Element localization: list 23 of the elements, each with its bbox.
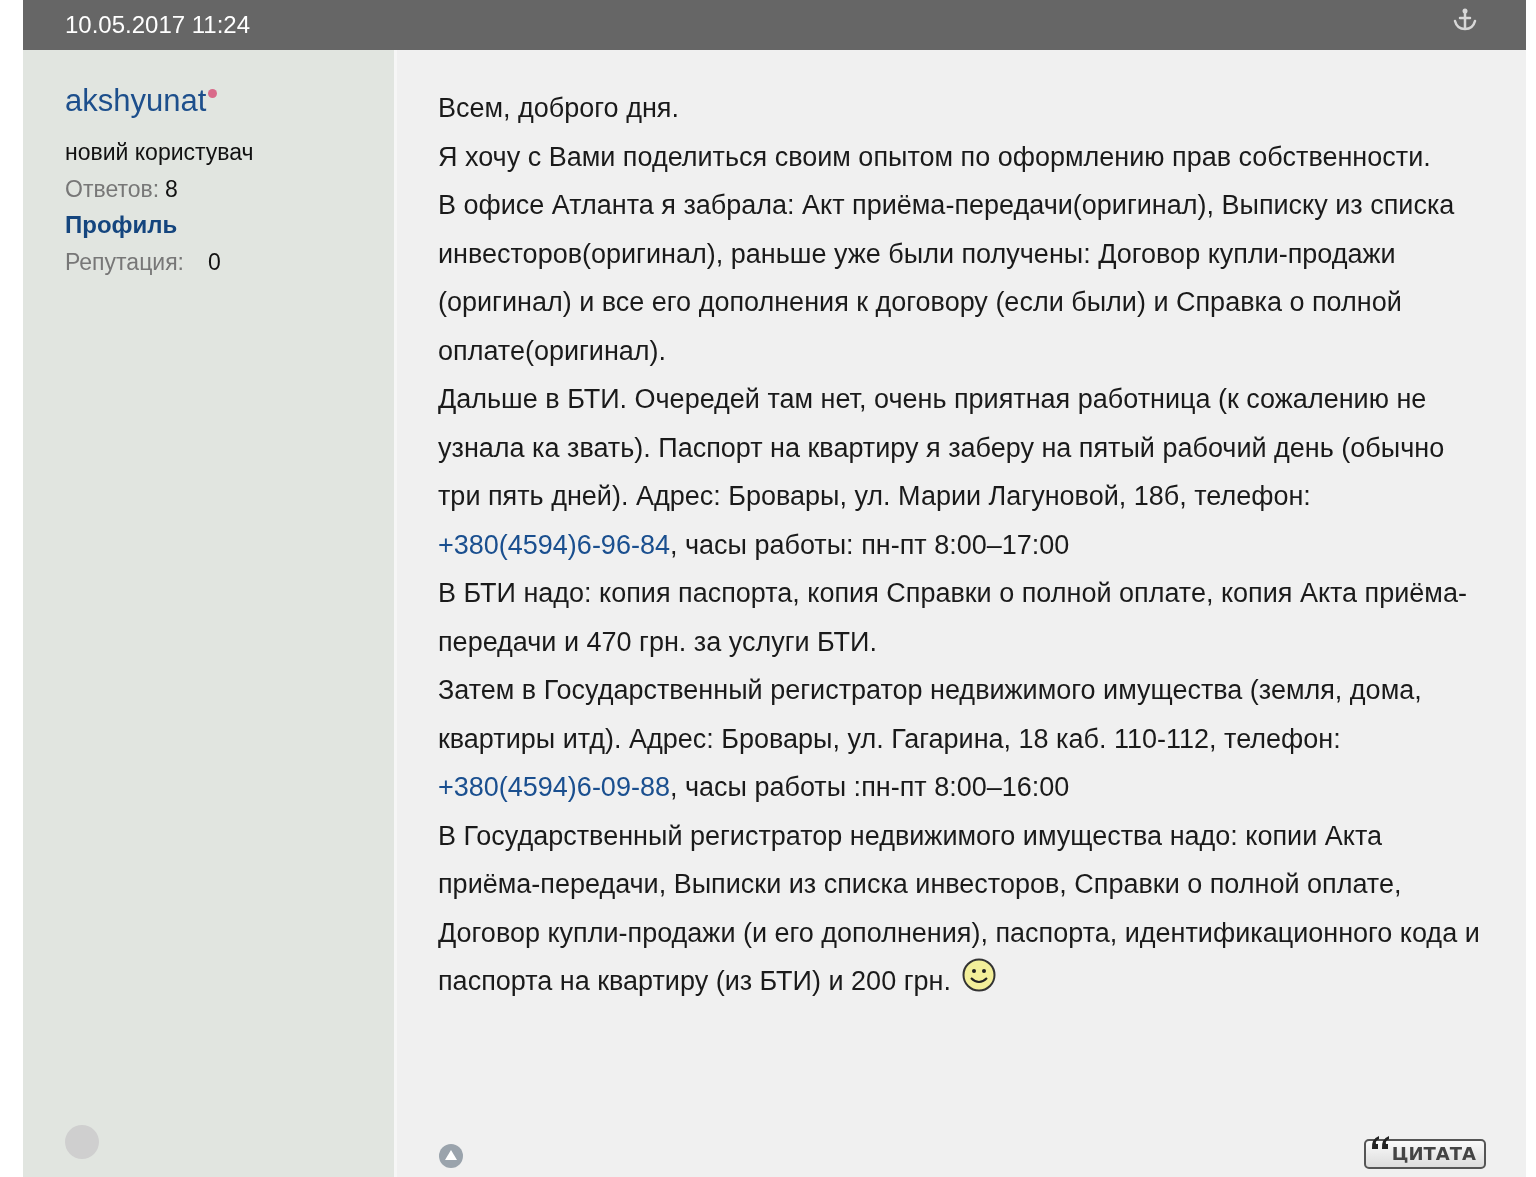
quote-button[interactable]: ЦИТАТА bbox=[1363, 1139, 1486, 1169]
reputation-label: Репутация: bbox=[65, 249, 184, 276]
profile-link[interactable]: Профиль bbox=[65, 211, 178, 239]
post-paragraph: Я хочу с Вами поделиться своим опытом по оформлению прав собственности. bbox=[438, 140, 1432, 174]
post-paragraph: В офисе Атланта я забрала: Акт приёма-передачи(оригинал), Выписку из списка инвесторов(оригинал), раньше уже были получены: Договор купли-продажи (оригинал) и все его дополнения к договору (если были) и Справка о полной оплате(оригинал). bbox=[438, 189, 1456, 368]
status-dot-icon bbox=[208, 89, 218, 98]
post-paragraph: Затем в Государственный регистратор недвижимого имущества (земля, дома, квартиры итд). Адрес: Бровары, ул. Гагарина, 18 каб. 110-112, телефон: +380(4594)6-09-88, часы работы :пн-пт 8:00–16:00 bbox=[438, 674, 1423, 804]
anchor-icon[interactable] bbox=[1452, 7, 1478, 33]
smiley-icon bbox=[962, 958, 997, 992]
user-rank: новий користувач bbox=[65, 139, 254, 166]
post-paragraph: Всем, доброго дня. bbox=[438, 92, 680, 125]
post-date: 10.05.2017 11:24 bbox=[65, 11, 251, 39]
username-link[interactable]: akshyunat bbox=[65, 84, 207, 118]
post-paragraph: Дальше в БТИ. Очередей там нет, очень приятная работница (к сожалению не узнала ка звать). Паспорт на квартиру я заберу на пятый рабочий день (обычно три пять дней). Адрес: Бровары, ул. Марии Лагуновой, 18б, телефон: +380(4594)6-96-84, часы работы: пн-пт 8:00–17:00 bbox=[438, 383, 1446, 562]
post-paragraph: В Государственный регистратор недвижимого имущества надо: копии Акта приёма-передачи, Выписки из списка инвесторов, Справки о полной оплате, Договор купли-продажи (и его дополнения), паспорта, идентификационного кода и паспорта на квартиру (из БТИ) и 200 грн. bbox=[438, 819, 1481, 998]
phone-link[interactable]: +380(4594)6-96-84 bbox=[438, 529, 670, 560]
replies-label: Ответов: bbox=[65, 176, 160, 203]
post-paragraph: В БТИ надо: копия паспорта, копия Справки о полной оплате, копия Акта приёма-передачи и 470 грн. за услуги БТИ. bbox=[438, 577, 1468, 659]
phone-link[interactable]: +380(4594)6-09-88 bbox=[438, 772, 670, 802]
replies-count: 8 bbox=[165, 176, 178, 203]
quote-mark-icon bbox=[1369, 1135, 1392, 1151]
scroll-up-icon[interactable] bbox=[438, 1143, 464, 1169]
reputation-value: 0 bbox=[208, 249, 221, 276]
